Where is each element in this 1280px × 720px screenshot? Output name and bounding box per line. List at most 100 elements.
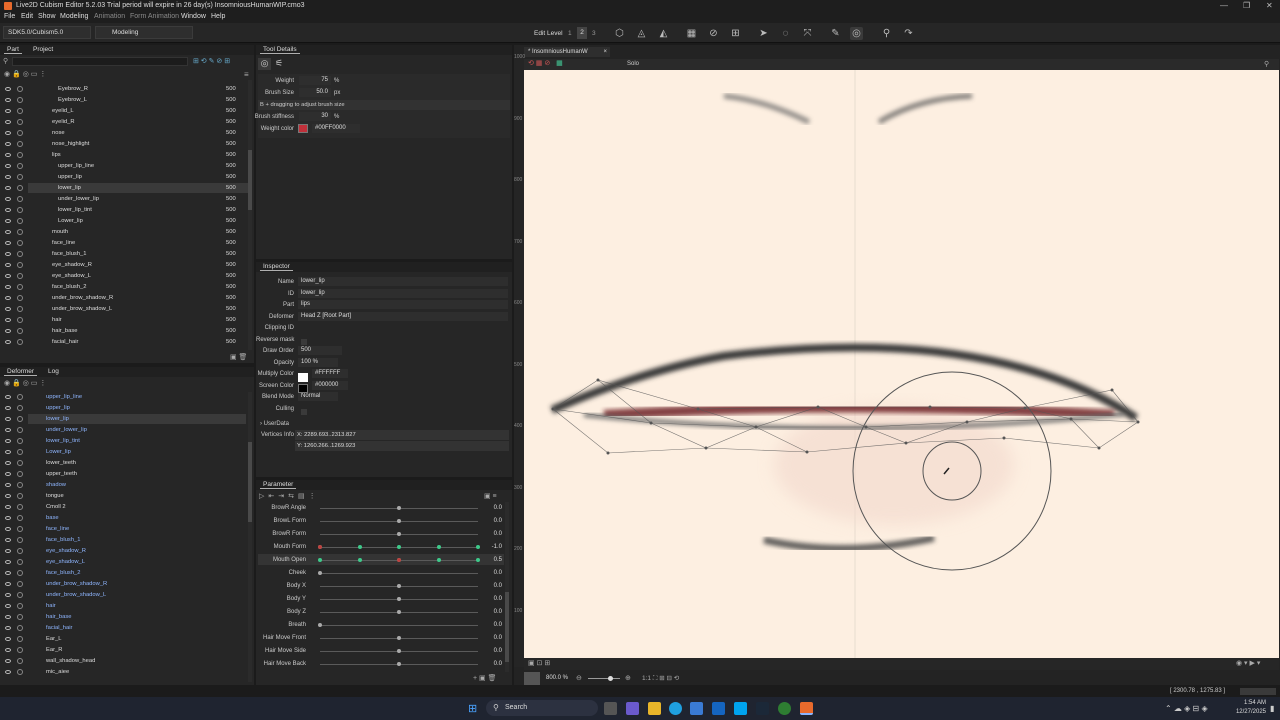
tab-deformer[interactable]: Deformer xyxy=(4,368,38,376)
weight-brush-mode-icon[interactable]: ◎ xyxy=(258,58,271,70)
inspector-value[interactable]: #000000 xyxy=(312,380,348,390)
visibility-eye-icon[interactable] xyxy=(5,461,11,465)
pin-tool-icon[interactable]: ⚲ xyxy=(880,27,893,40)
inspector-value[interactable]: 100 % xyxy=(298,357,338,367)
lock-toggle-icon[interactable] xyxy=(17,570,23,576)
lock-toggle-icon[interactable] xyxy=(17,229,23,235)
lock-toggle-icon[interactable] xyxy=(17,581,23,587)
lock-toggle-icon[interactable] xyxy=(17,174,23,180)
visibility-eye-icon[interactable] xyxy=(5,329,11,333)
lock-toggle-icon[interactable] xyxy=(17,438,23,444)
parameter-key-marker[interactable] xyxy=(436,545,441,549)
visibility-eye-icon[interactable] xyxy=(5,307,11,311)
edit-level-1[interactable]: 1 xyxy=(568,30,572,37)
deformer-row-name[interactable]: facial_hair xyxy=(46,625,72,631)
deformer-row-name[interactable]: face_line xyxy=(46,526,69,532)
visibility-eye-icon[interactable] xyxy=(5,670,11,674)
lock-toggle-icon[interactable] xyxy=(17,394,23,400)
lock-toggle-icon[interactable] xyxy=(17,218,23,224)
lock-toggle-icon[interactable] xyxy=(17,251,23,257)
deformer-row-name[interactable]: under_brow_shadow_R xyxy=(46,581,107,587)
lock-toggle-icon[interactable] xyxy=(17,504,23,510)
grid-icon[interactable]: ▦ xyxy=(685,27,698,40)
lock-toggle-icon[interactable] xyxy=(17,328,23,334)
windows-start-icon[interactable]: ⊞ xyxy=(468,702,477,715)
visibility-eye-icon[interactable] xyxy=(5,439,11,443)
userdata-toggle[interactable]: › UserData xyxy=(260,421,289,427)
visibility-eye-icon[interactable] xyxy=(5,615,11,619)
visibility-eye-icon[interactable] xyxy=(5,417,11,421)
lock-toggle-icon[interactable] xyxy=(17,559,23,565)
visibility-eye-icon[interactable] xyxy=(5,120,11,124)
parameter-toolbar-icons[interactable]: ▷⇤⇥⇆▤⋮ xyxy=(259,492,320,500)
deformer-row-name[interactable]: shadow xyxy=(46,482,66,488)
inspector-value[interactable]: 500 xyxy=(298,346,342,355)
close-icon[interactable]: ✕ xyxy=(1266,1,1273,10)
lock-toggle-icon[interactable] xyxy=(17,119,23,125)
lock-toggle-icon[interactable] xyxy=(17,196,23,202)
parameter-knob[interactable] xyxy=(318,545,322,549)
deformer-row-name[interactable]: mic_aiee xyxy=(46,669,69,675)
parameter-value[interactable]: 0.0 xyxy=(482,609,502,615)
mesh-tool-icon[interactable]: ⬡ xyxy=(613,27,626,40)
lock-toggle-icon[interactable] xyxy=(17,537,23,543)
visibility-eye-icon[interactable] xyxy=(5,131,11,135)
visibility-eye-icon[interactable] xyxy=(5,582,11,586)
playback-icons[interactable]: ◉ ▾ ▶ ▾ xyxy=(1236,659,1260,667)
visibility-eye-icon[interactable] xyxy=(5,208,11,212)
deformer-row-name[interactable]: Cmoll 2 xyxy=(46,504,66,510)
parameter-value[interactable]: 0.0 xyxy=(482,635,502,641)
maximize-icon[interactable]: ❐ xyxy=(1243,1,1250,10)
parameter-knob[interactable] xyxy=(397,584,401,588)
lock-toggle-icon[interactable] xyxy=(17,108,23,114)
brush-tool-icon[interactable]: ✎ xyxy=(829,27,842,40)
deformer-row-name[interactable]: lower_lip_tint xyxy=(46,438,80,444)
zoom-value[interactable]: 800.0 % xyxy=(546,675,568,681)
menu-modeling[interactable]: Modeling xyxy=(60,13,88,20)
lock-toggle-icon[interactable] xyxy=(17,152,23,158)
parameter-key-marker[interactable] xyxy=(476,558,480,562)
lock-toggle-icon[interactable] xyxy=(17,317,23,323)
inspector-value[interactable]: lower_lip xyxy=(298,288,508,298)
lock-toggle-icon[interactable] xyxy=(17,240,23,246)
visibility-eye-icon[interactable] xyxy=(5,252,11,256)
part-row-name[interactable]: face_blush_2 xyxy=(52,284,87,290)
lasso-tool-icon[interactable]: ◌ xyxy=(779,27,792,40)
lock-toggle-icon[interactable] xyxy=(17,273,23,279)
lock-toggle-icon[interactable] xyxy=(17,669,23,675)
weight-pick-icon[interactable]: ⚟ xyxy=(275,58,283,69)
parameter-value[interactable]: 0.0 xyxy=(482,518,502,524)
tray-icons[interactable]: ⌃ ☁ ◈ ⊟ ◈ xyxy=(1165,704,1208,713)
deformer-row-name[interactable]: upper_teeth xyxy=(46,471,77,477)
lock-toggle-icon[interactable] xyxy=(17,185,23,191)
lock-toggle-icon[interactable] xyxy=(17,306,23,312)
viewport-tool-icons[interactable]: ⟲ ▦ ⊘ ▦ xyxy=(528,59,563,67)
weight-color-swatch[interactable] xyxy=(298,124,308,133)
lock-toggle-icon[interactable] xyxy=(17,592,23,598)
menu-form-animation[interactable]: Form Animation xyxy=(130,13,179,20)
parameter-knob[interactable] xyxy=(397,662,401,666)
deformer-row-name[interactable]: under_lower_lip xyxy=(46,427,87,433)
deformer-row-name[interactable]: eye_shadow_L xyxy=(46,559,85,565)
part-row-name[interactable]: hair_base xyxy=(52,328,77,334)
parameter-value[interactable]: 0.0 xyxy=(482,661,502,667)
parameter-knob[interactable] xyxy=(397,649,401,653)
view-fit-icons[interactable]: 1:1 ⛶ ⊞ ⊟ ⟲ xyxy=(642,674,679,683)
viewport-pin-icon[interactable]: ⚲ xyxy=(1264,60,1269,68)
edit-level-2[interactable]: 2 xyxy=(577,27,587,39)
parameter-track[interactable] xyxy=(320,573,478,574)
menu-show[interactable]: Show xyxy=(38,13,56,20)
menu-window[interactable]: Window xyxy=(181,13,206,20)
visibility-eye-icon[interactable] xyxy=(5,593,11,597)
lock-toggle-icon[interactable] xyxy=(17,636,23,642)
viewport-bottom-icons[interactable]: ▣ ⊡ ⊞ xyxy=(528,659,550,667)
visibility-eye-icon[interactable] xyxy=(5,516,11,520)
parameter-knob[interactable] xyxy=(397,519,401,523)
deformer-row-name[interactable]: face_blush_2 xyxy=(46,570,81,576)
zoom-in-icon[interactable]: ⊕ xyxy=(625,674,631,682)
parameter-value[interactable]: 0.0 xyxy=(482,570,502,576)
deformer-header-icons[interactable]: ◉ 🔒 ◎ ▭ ⋮ xyxy=(4,379,46,387)
parameter-knob[interactable] xyxy=(397,610,401,614)
visibility-eye-icon[interactable] xyxy=(5,659,11,663)
parameter-value[interactable]: -1.0 xyxy=(482,544,502,550)
